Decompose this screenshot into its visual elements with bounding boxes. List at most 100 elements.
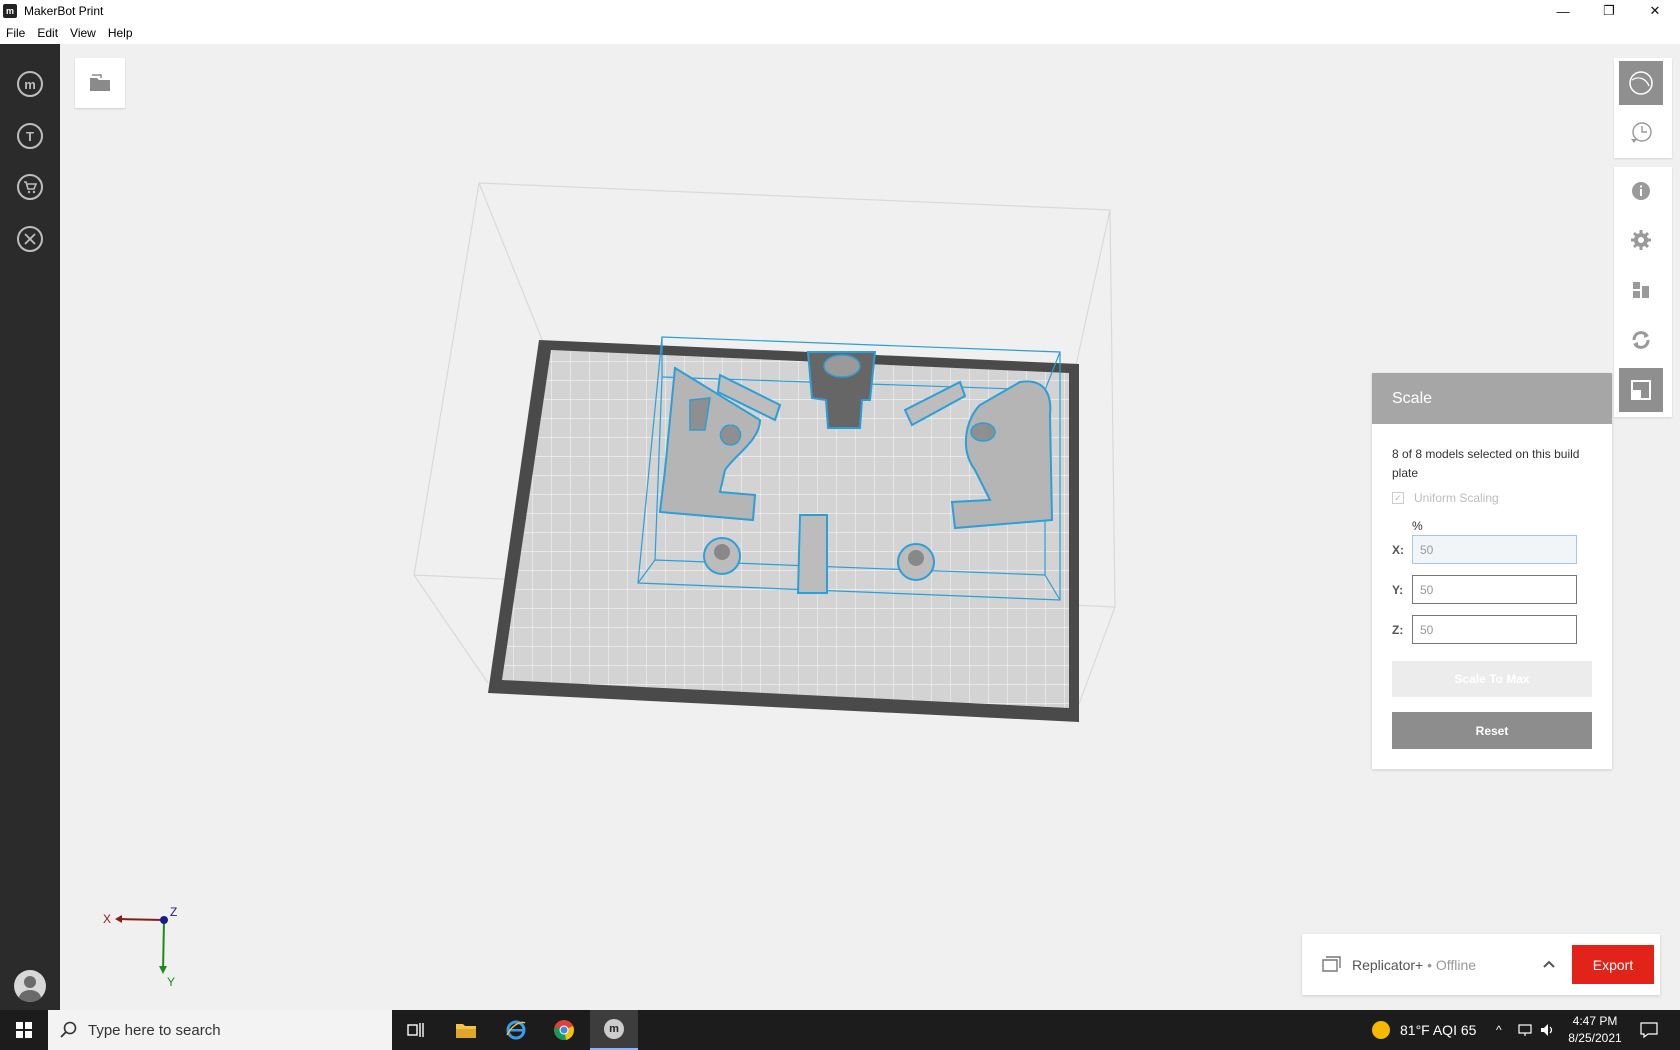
printer-icon <box>1322 956 1341 972</box>
gear-icon <box>1631 230 1651 250</box>
model-info-button[interactable] <box>1619 169 1663 213</box>
scale-z-row: Z: 50 <box>1392 615 1577 644</box>
arrange-button[interactable] <box>1619 268 1663 312</box>
uniform-scaling-toggle[interactable]: ✓ Uniform Scaling <box>1392 491 1499 505</box>
thingiverse-icon[interactable]: T <box>17 123 43 149</box>
scale-x-row: X: 50 <box>1392 535 1577 564</box>
edit-tools-toolbar <box>1614 167 1672 417</box>
chrome-button[interactable] <box>540 1010 588 1050</box>
internet-explorer-icon <box>506 1020 526 1040</box>
clock-time: 4:47 PM <box>1572 1014 1618 1028</box>
model-small-hub-right-bore <box>908 550 924 566</box>
printer-selector[interactable]: Replicator+ • Offline <box>1352 957 1476 973</box>
makerbot-app-icon: m <box>3 4 17 18</box>
printer-bar: Replicator+ • Offline Export <box>1302 934 1660 995</box>
x-axis-text: X <box>103 912 111 926</box>
rotate-button[interactable] <box>1619 318 1663 362</box>
uniform-scaling-label: Uniform Scaling <box>1414 491 1499 505</box>
info-icon <box>1632 182 1650 200</box>
search-icon <box>60 1021 77 1038</box>
chevron-up-icon[interactable] <box>1542 956 1556 972</box>
export-button[interactable]: Export <box>1572 945 1654 984</box>
title-bar: m MakerBot Print — ❐ ✕ <box>0 0 1680 22</box>
scale-button[interactable] <box>1619 368 1663 412</box>
arrange-icon <box>1633 282 1649 298</box>
left-nav-rail: m T <box>0 44 60 1010</box>
windows-logo-icon <box>16 1022 32 1038</box>
scale-z-input[interactable]: 50 <box>1412 615 1577 644</box>
scale-y-row: Y: 50 <box>1392 575 1577 604</box>
scale-panel: Scale 8 of 8 models selected on this bui… <box>1372 373 1612 769</box>
x-axis-arrow <box>115 915 122 923</box>
scale-to-max-button[interactable]: Scale To Max <box>1392 661 1592 697</box>
minimize-button[interactable]: — <box>1540 0 1586 22</box>
printer-name: Replicator+ <box>1352 957 1424 973</box>
chrome-icon <box>554 1020 574 1041</box>
task-view-icon <box>407 1023 424 1037</box>
tray-chevron-up-icon[interactable]: ^ <box>1496 1010 1502 1050</box>
printer-status: • Offline <box>1423 957 1477 973</box>
z-axis-text: Z <box>170 906 177 919</box>
z-axis-dot <box>160 916 168 924</box>
window-title: MakerBot Print <box>24 4 104 18</box>
store-cart-icon[interactable] <box>17 174 43 200</box>
menu-edit[interactable]: Edit <box>37 26 58 40</box>
restore-button[interactable]: ❐ <box>1586 0 1632 22</box>
scale-x-input[interactable]: 50 <box>1412 535 1577 564</box>
sun-icon <box>1372 1021 1390 1039</box>
user-avatar[interactable] <box>14 970 46 1002</box>
open-file-button[interactable] <box>75 58 125 108</box>
taskbar-search-box[interactable]: Type here to search <box>48 1010 392 1050</box>
scale-y-input[interactable]: 50 <box>1412 575 1577 604</box>
settings-button[interactable] <box>1619 218 1663 262</box>
axis-gizmo: X Y Z <box>95 905 195 1006</box>
unit-label: % <box>1412 519 1423 533</box>
search-placeholder: Type here to search <box>88 1021 221 1039</box>
weather-widget[interactable]: 81°F AQI 65 <box>1372 1010 1476 1050</box>
preview-button[interactable] <box>1619 111 1663 155</box>
rotate-icon <box>1632 331 1650 349</box>
makerbot-taskbar-icon: m <box>604 1019 624 1039</box>
internet-explorer-button[interactable] <box>492 1010 540 1050</box>
selection-description: 8 of 8 models selected on this build pla… <box>1392 447 1580 480</box>
z-axis-label: Z: <box>1392 622 1404 637</box>
scale-icon <box>1631 380 1651 400</box>
x-axis-line <box>116 918 165 921</box>
scale-panel-title: Scale <box>1372 373 1612 424</box>
menu-bar: File Edit View Help <box>0 22 1680 44</box>
model-small-hub-left-bore <box>714 544 730 560</box>
reset-button[interactable]: Reset <box>1392 712 1592 749</box>
y-axis-label: Y: <box>1392 582 1404 597</box>
folder-icon <box>90 74 110 91</box>
file-explorer-icon <box>456 1024 476 1038</box>
windows-taskbar: Type here to search m 81°F AQI 65 ^ 4:47… <box>0 1010 1680 1050</box>
menu-view[interactable]: View <box>70 26 96 40</box>
x-axis-label: X: <box>1392 542 1404 557</box>
weather-text: 81°F AQI 65 <box>1400 1022 1477 1038</box>
model-right-bracket-hole <box>970 422 996 442</box>
task-view-button[interactable] <box>392 1010 440 1050</box>
close-button[interactable]: ✕ <box>1632 0 1678 22</box>
model-center-block <box>796 514 828 594</box>
system-clock[interactable]: 4:47 PM 8/25/2021 <box>1560 1013 1630 1047</box>
volume-icon[interactable] <box>1540 1010 1556 1050</box>
y-axis-text: Y <box>167 975 175 989</box>
uniform-scaling-checkbox[interactable]: ✓ <box>1392 492 1404 504</box>
menu-file[interactable]: File <box>6 26 25 40</box>
clock-date: 8/25/2021 <box>1568 1031 1622 1045</box>
y-axis-arrow <box>159 966 167 974</box>
notification-icon[interactable] <box>1640 1010 1658 1050</box>
sphere-icon <box>1629 71 1653 95</box>
network-icon[interactable] <box>1518 1010 1534 1050</box>
menu-help[interactable]: Help <box>108 26 133 40</box>
clock-preview-icon <box>1631 122 1652 143</box>
tools-icon[interactable] <box>17 226 43 252</box>
makerbot-logo-icon[interactable]: m <box>17 71 43 97</box>
view-mode-toolbar <box>1614 58 1672 158</box>
prepare-view-button[interactable] <box>1619 61 1663 105</box>
y-axis-line <box>162 919 165 973</box>
start-button[interactable] <box>0 1010 48 1050</box>
file-explorer-button[interactable] <box>442 1010 490 1050</box>
makerbot-taskbar-button[interactable]: m <box>590 1010 638 1050</box>
model-top-hub-bore <box>823 354 861 378</box>
